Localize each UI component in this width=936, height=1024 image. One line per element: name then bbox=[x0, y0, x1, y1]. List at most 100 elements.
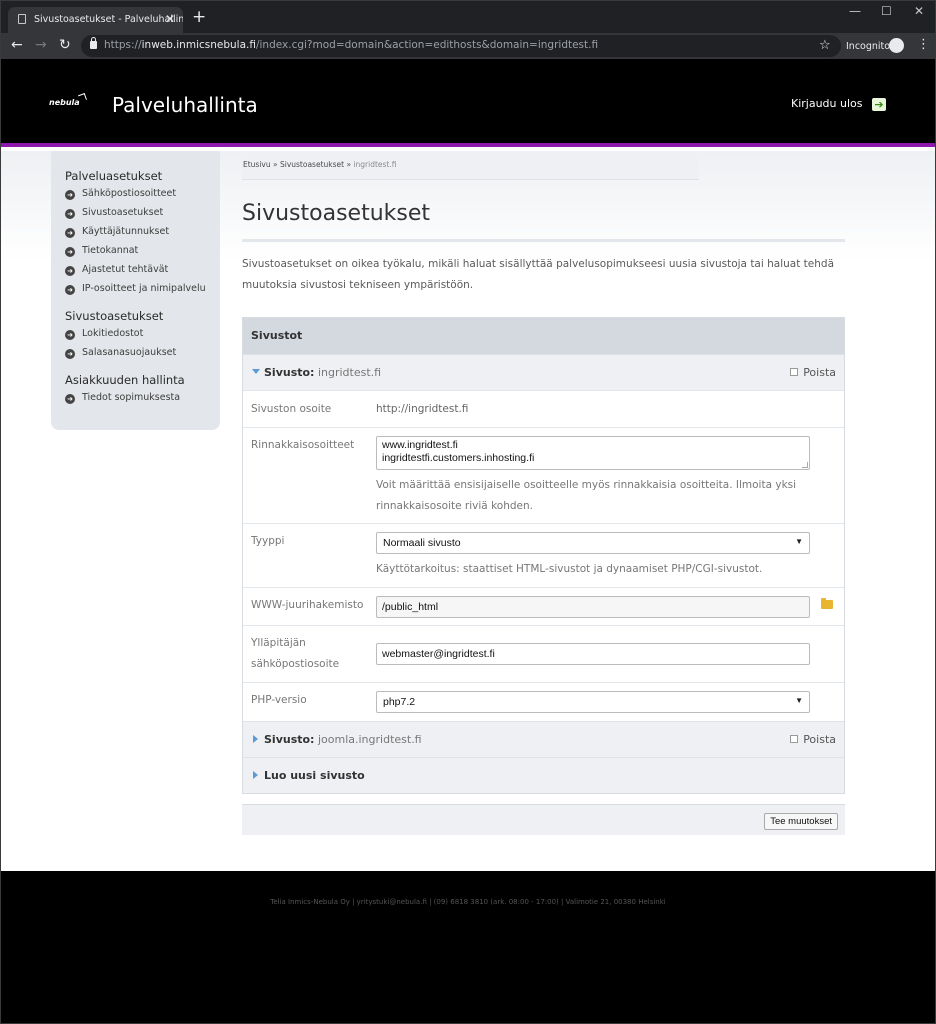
sidebar-item-lokitiedostot[interactable]: ➜ Lokitiedostot bbox=[65, 324, 220, 343]
breadcrumb-current: ingridtest.fi bbox=[353, 160, 397, 169]
php-version-select[interactable]: php7.2 ▼ bbox=[376, 691, 810, 713]
sidebar-item-tiedot-sopimuksesta[interactable]: ➜ Tiedot sopimuksesta bbox=[65, 388, 220, 407]
sidebar-item-label: Ajastetut tehtävät bbox=[82, 264, 169, 275]
incognito-icon[interactable] bbox=[889, 38, 904, 53]
logout-arrow-icon[interactable]: ➔ bbox=[872, 98, 886, 111]
site-name: ingridtest.fi bbox=[317, 366, 382, 379]
folder-icon[interactable] bbox=[821, 598, 833, 609]
sidebar-item-label: Käyttäjätunnukset bbox=[82, 226, 170, 237]
new-tab-icon[interactable]: + bbox=[192, 7, 206, 27]
nebula-logo[interactable]: nebula bbox=[49, 98, 80, 107]
field-label: Ylläpitäjän sähköpostiosoite bbox=[251, 637, 340, 670]
delete-label: Poista bbox=[803, 733, 836, 746]
browser-tab[interactable]: Sivustoasetukset - Palveluhallinta ✕ bbox=[8, 7, 183, 33]
sidebar-nav: Palveluasetukset ➜ Sähköpostiosoitteet ➜ S… bbox=[51, 151, 220, 430]
row-type: Tyyppi Normaali sivusto ▼ Käyttötarkoitus… bbox=[243, 523, 844, 587]
row-php-version: PHP-versio php7.2 ▼ bbox=[243, 682, 844, 721]
close-tab-icon[interactable]: ✕ bbox=[165, 12, 175, 26]
row-aliases: Rinnakkaisosoitteet www.ingridtest.fi in… bbox=[243, 427, 844, 523]
url-text: https://inweb.inmicsnebula.fi/index.cgi?… bbox=[104, 39, 598, 51]
address-bar[interactable]: https://inweb.inmicsnebula.fi/index.cgi?… bbox=[81, 35, 841, 57]
lock-icon bbox=[90, 37, 97, 49]
dropdown-caret-icon: ▼ bbox=[795, 696, 803, 705]
field-label: Rinnakkaisosoitteet bbox=[251, 439, 355, 451]
aliases-textarea[interactable]: www.ingridtest.fi ingridtestfi.customers… bbox=[376, 436, 810, 470]
maximize-icon[interactable]: ☐ bbox=[881, 4, 892, 18]
new-site-text: Luo uusi sivusto bbox=[264, 769, 365, 782]
sidebar-item-ip-osoitteet[interactable]: ➜ IP-osoitteet ja nimipalvelu bbox=[65, 279, 220, 298]
new-site-row[interactable]: Luo uusi sivusto bbox=[243, 757, 844, 793]
close-window-icon[interactable]: ✕ bbox=[914, 4, 924, 18]
field-label: WWW-juurihakemisto bbox=[251, 599, 364, 611]
intro-text: Sivustoasetukset on oikea työkalu, mikäl… bbox=[242, 258, 835, 291]
logout-link[interactable]: Kirjaudu ulos bbox=[791, 97, 863, 110]
sidebar-group-title: Asiakkuuden hallinta bbox=[65, 373, 185, 387]
sidebar-item-sahkopostiosoitteet[interactable]: ➜ Sähköpostiosoitteet bbox=[65, 184, 220, 203]
expand-triangle-icon[interactable] bbox=[253, 771, 258, 779]
sites-panel: Sivustot Sivusto: ingridtest.fi Poista S… bbox=[242, 317, 845, 794]
delete-site-toggle[interactable]: Poista bbox=[790, 366, 836, 379]
site-row-ingridtest[interactable]: Sivusto: ingridtest.fi Poista bbox=[243, 354, 844, 390]
sidebar-group-asiakkuuden-hallinta: Asiakkuuden hallinta ➜ Tiedot sopimuksest… bbox=[65, 373, 220, 407]
browser-window: Sivustoasetukset - Palveluhallinta ✕ + —… bbox=[0, 0, 936, 1024]
sidebar-item-kayttajatunnukset[interactable]: ➜ Käyttäjätunnukset bbox=[65, 222, 220, 241]
sidebar-item-sivustoasetukset[interactable]: ➜ Sivustoasetukset bbox=[65, 203, 220, 222]
expand-triangle-icon[interactable] bbox=[253, 735, 258, 743]
site-address-value: http://ingridtest.fi bbox=[376, 403, 469, 415]
tab-title: Sivustoasetukset - Palveluhallinta bbox=[34, 14, 183, 25]
title-divider bbox=[242, 239, 845, 242]
site-footer: Telia Inmics-Nebula Oy | yritystuki@nebu… bbox=[1, 871, 935, 1023]
select-value: Normaali sivusto bbox=[383, 537, 461, 549]
field-label: Tyyppi bbox=[251, 535, 285, 547]
dropdown-caret-icon: ▼ bbox=[795, 537, 803, 546]
sidebar-item-salasanasuojaukset[interactable]: ➜ Salasanasuojaukset bbox=[65, 343, 220, 362]
incognito-label: Incognito bbox=[846, 41, 891, 52]
aliases-hint: Voit määrittää ensisijaiselle osoitteell… bbox=[376, 479, 797, 512]
action-bar: Tee muutokset bbox=[242, 804, 845, 835]
site-name: joomla.ingridtest.fi bbox=[317, 733, 422, 746]
sidebar-item-label: Salasanasuojaukset bbox=[82, 347, 177, 358]
minimize-icon[interactable]: — bbox=[849, 4, 861, 18]
panel-title: Sivustot bbox=[243, 318, 844, 354]
admin-email-input[interactable]: webmaster@ingridtest.fi bbox=[376, 643, 810, 665]
sidebar-item-label: Sähköpostiosoitteet bbox=[82, 188, 177, 199]
breadcrumb-section-link[interactable]: Sivustoasetukset bbox=[280, 160, 344, 169]
arrow-circle-icon: ➜ bbox=[65, 349, 75, 359]
breadcrumb-home-link[interactable]: Etusivu bbox=[243, 160, 271, 169]
sidebar-group-palveluasetukset: Palveluasetukset ➜ Sähköpostiosoitteet ➜ S… bbox=[65, 169, 220, 298]
sidebar-item-label: Lokitiedostot bbox=[82, 328, 144, 339]
field-label: Sivuston osoite bbox=[251, 403, 332, 415]
site-row-label: Sivusto: joomla.ingridtest.fi bbox=[264, 733, 422, 746]
back-icon[interactable]: ← bbox=[11, 37, 23, 53]
arrow-circle-icon: ➜ bbox=[65, 209, 75, 219]
www-root-input[interactable]: /public_html bbox=[376, 596, 810, 618]
field-label: PHP-versio bbox=[251, 694, 307, 706]
delete-checkbox[interactable] bbox=[790, 735, 799, 743]
alias-line: www.ingridtest.fi bbox=[382, 439, 458, 451]
sidebar-group-sivustoasetukset: Sivustoasetukset ➜ Lokitiedostot ➜ Salasan… bbox=[65, 309, 220, 362]
delete-checkbox[interactable] bbox=[790, 368, 799, 376]
sidebar-item-label: Tiedot sopimuksesta bbox=[82, 392, 181, 403]
sidebar-item-ajastetut-tehtavat[interactable]: ➜ Ajastetut tehtävät bbox=[65, 260, 220, 279]
browser-menu-icon[interactable]: ⋮ bbox=[917, 38, 930, 52]
site-row-joomla[interactable]: Sivusto: joomla.ingridtest.fi Poista bbox=[243, 721, 844, 757]
delete-site-toggle[interactable]: Poista bbox=[790, 733, 836, 746]
row-site-address: Sivuston osoite http://ingridtest.fi bbox=[243, 390, 844, 427]
title-bar: Sivustoasetukset - Palveluhallinta ✕ + —… bbox=[1, 1, 935, 33]
collapse-triangle-icon[interactable] bbox=[252, 369, 260, 374]
footer-text: Telia Inmics-Nebula Oy | yritystuki@nebu… bbox=[270, 898, 666, 906]
forward-icon[interactable]: → bbox=[35, 37, 47, 53]
alias-line: ingridtestfi.customers.inhosting.fi bbox=[382, 452, 535, 464]
sidebar-item-label: Tietokannat bbox=[82, 245, 139, 256]
arrow-circle-icon: ➜ bbox=[65, 266, 75, 276]
reload-icon[interactable]: ↻ bbox=[59, 37, 71, 53]
site-type-select[interactable]: Normaali sivusto ▼ bbox=[376, 532, 810, 554]
site-title: Palveluhallinta bbox=[112, 93, 258, 117]
bookmark-star-icon[interactable]: ☆ bbox=[819, 38, 831, 53]
site-label: Sivusto: bbox=[264, 366, 315, 379]
page-icon bbox=[18, 14, 26, 24]
web-page: nebula Palveluhallinta Kirjaudu ulos ➔ P… bbox=[1, 59, 935, 1023]
sidebar-item-tietokannat[interactable]: ➜ Tietokannat bbox=[65, 241, 220, 260]
breadcrumb-separator: » bbox=[270, 160, 280, 169]
save-changes-button[interactable]: Tee muutokset bbox=[764, 813, 838, 830]
